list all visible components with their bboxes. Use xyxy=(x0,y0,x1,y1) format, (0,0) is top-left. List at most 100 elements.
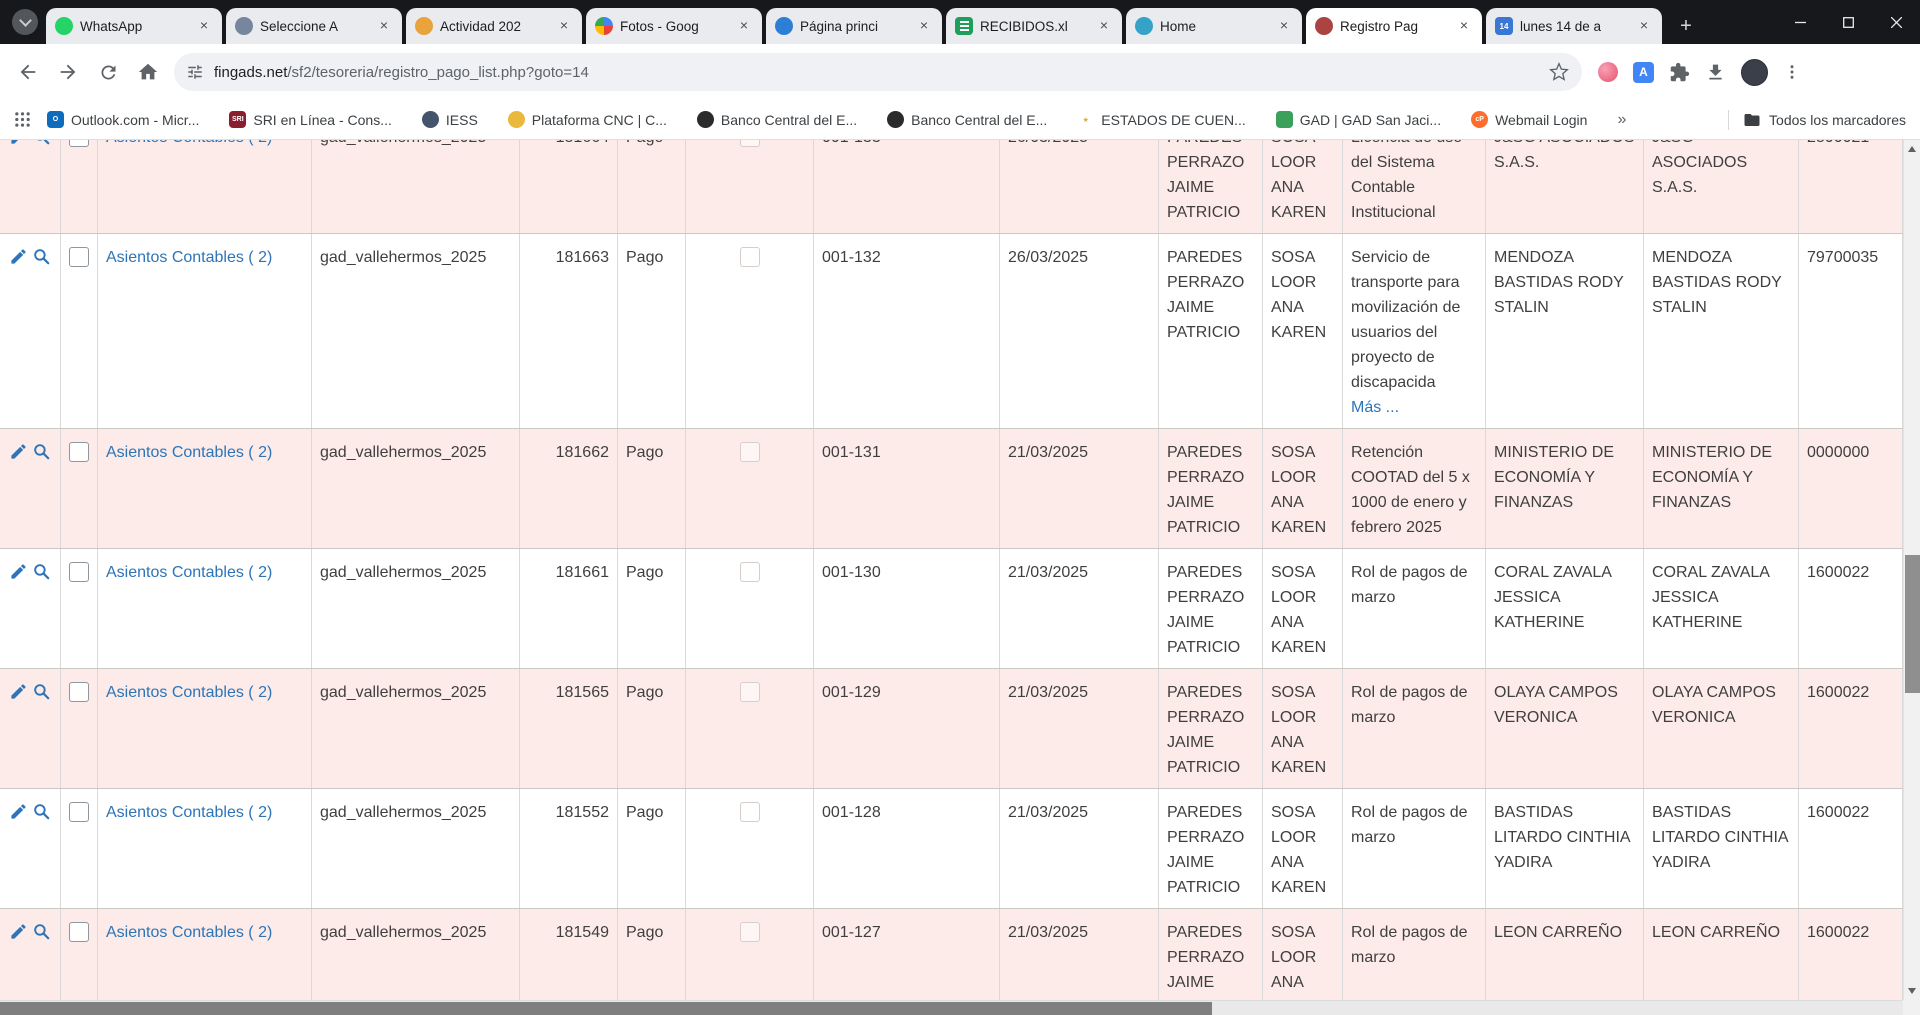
bookmark-item[interactable]: IESS xyxy=(422,111,478,128)
tab-close-icon[interactable]: × xyxy=(555,17,573,35)
tab[interactable]: RECIBIDOS.xl× xyxy=(946,8,1122,44)
view-icon[interactable] xyxy=(32,247,51,420)
tab[interactable]: Página princi× xyxy=(766,8,942,44)
asientos-contables-link[interactable]: Asientos Contables ( 2) xyxy=(106,444,272,461)
row-flag-checkbox[interactable] xyxy=(740,682,760,702)
tipo-cell: Pago xyxy=(618,140,686,233)
edit-icon[interactable] xyxy=(9,140,28,225)
asientos-contables-link[interactable]: Asientos Contables ( 2) xyxy=(106,684,272,701)
tab[interactable]: Registro Pag× xyxy=(1306,8,1482,44)
tab-close-icon[interactable]: × xyxy=(735,17,753,35)
row-flag-checkbox[interactable] xyxy=(740,922,760,942)
tipo-cell: Pago xyxy=(618,789,686,908)
bookmark-item[interactable]: cPWebmail Login xyxy=(1471,111,1587,128)
row-select-checkbox[interactable] xyxy=(69,562,89,582)
bookmark-favicon-icon xyxy=(697,111,714,128)
bookmark-item[interactable]: Banco Central del E... xyxy=(697,111,857,128)
asientos-contables-link[interactable]: Asientos Contables ( 2) xyxy=(106,140,272,146)
tab-close-icon[interactable]: × xyxy=(375,17,393,35)
row-select-checkbox[interactable] xyxy=(69,140,89,147)
asientos-contables-link[interactable]: Asientos Contables ( 2) xyxy=(106,249,272,266)
row-select-checkbox[interactable] xyxy=(69,802,89,822)
asientos-contables-link[interactable]: Asientos Contables ( 2) xyxy=(106,804,272,821)
apps-grid-icon[interactable] xyxy=(14,111,31,128)
tab-close-icon[interactable]: × xyxy=(1455,17,1473,35)
translate-extension-icon[interactable]: A xyxy=(1633,62,1654,83)
tab-close-icon[interactable]: × xyxy=(915,17,933,35)
close-icon[interactable] xyxy=(1872,0,1920,44)
edit-icon[interactable] xyxy=(9,247,28,420)
view-icon[interactable] xyxy=(32,802,51,900)
vertical-scrollbar[interactable] xyxy=(1903,140,1920,1000)
profile-avatar[interactable] xyxy=(1741,59,1768,86)
edit-icon[interactable] xyxy=(9,682,28,780)
bookmark-star-icon[interactable] xyxy=(1544,62,1574,82)
bookmark-item[interactable]: GAD | GAD San Jaci... xyxy=(1276,111,1441,128)
row-flag-checkbox[interactable] xyxy=(740,140,760,147)
extension-pink-icon[interactable] xyxy=(1598,62,1618,82)
tab-close-icon[interactable]: × xyxy=(1095,17,1113,35)
row-select-checkbox[interactable] xyxy=(69,682,89,702)
forward-icon[interactable] xyxy=(48,52,88,92)
new-tab-button[interactable]: + xyxy=(1672,12,1700,40)
tab-close-icon[interactable]: × xyxy=(195,17,213,35)
tab[interactable]: Actividad 202× xyxy=(406,8,582,44)
view-icon[interactable] xyxy=(32,562,51,660)
minimize-icon[interactable] xyxy=(1776,0,1824,44)
row-actions-cell xyxy=(0,234,61,428)
view-icon[interactable] xyxy=(32,442,51,540)
asientos-cell: Asientos Contables ( 2) xyxy=(98,140,312,233)
view-icon[interactable] xyxy=(32,140,51,225)
bookmark-item[interactable]: Banco Central del E... xyxy=(887,111,1047,128)
row-flag-checkbox[interactable] xyxy=(740,562,760,582)
bookmarks-overflow-icon[interactable]: » xyxy=(1617,111,1626,129)
scroll-down-icon[interactable] xyxy=(1904,983,1920,999)
horizontal-scrollbar-thumb[interactable] xyxy=(0,1002,1212,1015)
scroll-up-icon[interactable] xyxy=(1904,141,1920,157)
beneficiario2-cell: MINISTERIO DE ECONOMÍA Y FINANZAS xyxy=(1644,429,1799,548)
vertical-scrollbar-thumb[interactable] xyxy=(1905,555,1920,693)
edit-icon[interactable] xyxy=(9,442,28,540)
view-icon[interactable] xyxy=(32,922,51,1000)
asientos-contables-link[interactable]: Asientos Contables ( 2) xyxy=(106,924,272,941)
row-select-checkbox[interactable] xyxy=(69,442,89,462)
tab[interactable]: Fotos - Goog× xyxy=(586,8,762,44)
tab[interactable]: WhatsApp× xyxy=(46,8,222,44)
horizontal-scrollbar[interactable] xyxy=(0,1000,1903,1015)
edit-icon[interactable] xyxy=(9,922,28,1000)
back-icon[interactable] xyxy=(8,52,48,92)
tab-close-icon[interactable]: × xyxy=(1275,17,1293,35)
downloads-icon[interactable] xyxy=(1705,62,1726,83)
row-select-checkbox[interactable] xyxy=(69,922,89,942)
flag-cell xyxy=(686,549,814,668)
view-icon[interactable] xyxy=(32,682,51,780)
home-icon[interactable] xyxy=(128,52,168,92)
all-bookmarks-button[interactable]: Todos los marcadores xyxy=(1743,111,1906,129)
tab-close-icon[interactable]: × xyxy=(1635,17,1653,35)
cuenta-cell: 1600022 xyxy=(1799,669,1903,788)
mas-link[interactable]: Más ... xyxy=(1351,395,1477,420)
reload-icon[interactable] xyxy=(88,52,128,92)
extensions-puzzle-icon[interactable] xyxy=(1669,62,1690,83)
edit-icon[interactable] xyxy=(9,562,28,660)
bookmark-item[interactable]: Plataforma CNC | C... xyxy=(508,111,667,128)
address-bar[interactable]: fingads.net/sf2/tesoreria/registro_pago_… xyxy=(174,53,1582,91)
row-select-checkbox[interactable] xyxy=(69,247,89,267)
favicon-glyph: ★ xyxy=(1083,116,1089,124)
row-flag-checkbox[interactable] xyxy=(740,442,760,462)
tab-search-button[interactable] xyxy=(12,9,38,35)
bookmark-item[interactable]: OOutlook.com - Micr... xyxy=(47,111,199,128)
asientos-contables-link[interactable]: Asientos Contables ( 2) xyxy=(106,564,272,581)
bookmark-item[interactable]: ★ESTADOS DE CUEN... xyxy=(1077,111,1245,128)
empresa-cell: gad_vallehermos_2025 xyxy=(312,549,520,668)
maximize-icon[interactable] xyxy=(1824,0,1872,44)
tab[interactable]: Seleccione A× xyxy=(226,8,402,44)
site-settings-icon[interactable] xyxy=(186,63,204,81)
edit-icon[interactable] xyxy=(9,802,28,900)
bookmark-item[interactable]: SRISRI en Línea - Cons... xyxy=(229,111,392,128)
row-flag-checkbox[interactable] xyxy=(740,247,760,267)
row-flag-checkbox[interactable] xyxy=(740,802,760,822)
tab[interactable]: Home× xyxy=(1126,8,1302,44)
tab[interactable]: 14lunes 14 de a× xyxy=(1486,8,1662,44)
menu-kebab-icon[interactable] xyxy=(1783,63,1801,81)
